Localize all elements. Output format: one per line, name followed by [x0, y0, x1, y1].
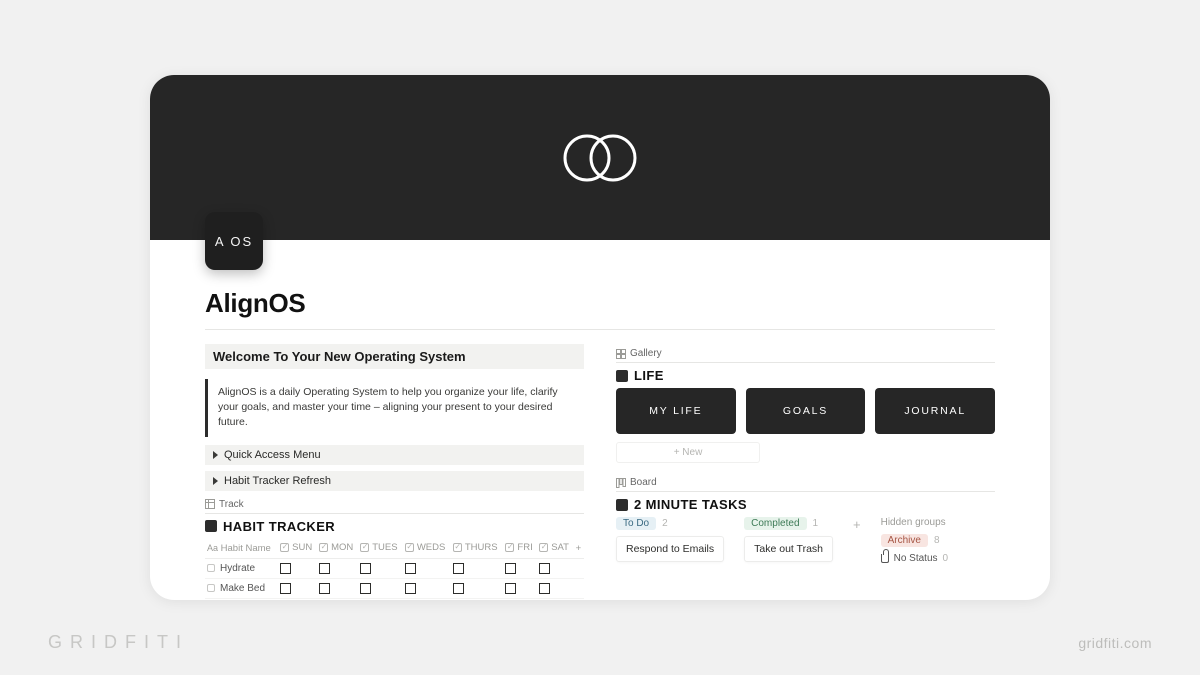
intro-callout: AlignOS is a daily Operating System to h…: [205, 379, 584, 437]
board-add-group[interactable]: +: [853, 517, 861, 564]
task-card[interactable]: Take out Trash: [744, 536, 833, 562]
toggle-quick-access[interactable]: Quick Access Menu: [205, 445, 584, 465]
hidden-groups-label: Hidden groups: [881, 517, 948, 528]
toggle-habit-refresh[interactable]: Habit Tracker Refresh: [205, 471, 584, 491]
view-tab-label: Track: [219, 499, 244, 510]
title-divider: [205, 329, 995, 330]
app-window: A OS AlignOS Welcome To Your New Operati…: [150, 75, 1050, 600]
checkbox[interactable]: [405, 563, 416, 574]
checkbox-icon: [319, 543, 328, 552]
nostatus-count: 0: [943, 553, 949, 564]
table-row[interactable]: Make Bed: [205, 578, 584, 598]
checkbox[interactable]: [453, 583, 464, 594]
board-icon: [616, 478, 626, 488]
status-tag-archive[interactable]: Archive: [881, 534, 928, 547]
text-property-icon: Aa: [207, 543, 218, 553]
database-icon: [616, 499, 628, 511]
table-row[interactable]: Meditate: [205, 598, 584, 600]
board-view: To Do 2 Respond to Emails Completed 1 Ta…: [616, 517, 995, 564]
checkbox[interactable]: [280, 583, 291, 594]
toggle-label: Habit Tracker Refresh: [224, 475, 331, 487]
checkbox[interactable]: [280, 563, 291, 574]
gallery-card-my-life[interactable]: MY LIFE: [616, 388, 736, 434]
archive-count: 8: [934, 535, 940, 546]
todo-count: 2: [662, 518, 668, 529]
checkbox[interactable]: [539, 583, 550, 594]
gallery-icon: [616, 349, 626, 359]
cover-logo-icon: [555, 130, 645, 186]
col-sat[interactable]: SAT: [537, 539, 573, 559]
view-tab-gallery[interactable]: Gallery: [616, 346, 995, 363]
board-hidden-groups: Hidden groups Archive 8 No Status 0: [881, 517, 948, 564]
right-column: Gallery LIFE MY LIFE GOALS JOURNAL + New…: [616, 344, 995, 600]
checkbox[interactable]: [405, 583, 416, 594]
gallery-card-goals[interactable]: GOALS: [746, 388, 866, 434]
view-tab-track[interactable]: Track: [205, 497, 584, 514]
new-gallery-item-button[interactable]: + New: [616, 442, 760, 463]
checkbox-icon: [539, 543, 548, 552]
life-db-title[interactable]: LIFE: [616, 368, 995, 383]
welcome-heading: Welcome To Your New Operating System: [205, 344, 584, 369]
left-column: Welcome To Your New Operating System Ali…: [205, 344, 584, 600]
col-sun[interactable]: SUN: [278, 539, 317, 559]
checkbox-icon: [360, 543, 369, 552]
checkbox-icon: [405, 543, 414, 552]
page-title: AlignOS: [205, 288, 995, 319]
checkbox[interactable]: [319, 583, 330, 594]
checkbox[interactable]: [453, 563, 464, 574]
checkbox[interactable]: [360, 563, 371, 574]
database-icon: [205, 520, 217, 532]
completed-count: 1: [813, 518, 819, 529]
caret-right-icon: [213, 477, 218, 485]
tasks-db-title[interactable]: 2 MINUTE TASKS: [616, 497, 995, 512]
col-tues[interactable]: TUES: [358, 539, 403, 559]
board-column-completed: Completed 1 Take out Trash: [744, 517, 833, 564]
checkbox-icon: [505, 543, 514, 552]
row-icon: [207, 564, 215, 572]
table-row[interactable]: Hydrate: [205, 558, 584, 578]
checkbox-icon: [453, 543, 462, 552]
no-status-group[interactable]: No Status 0: [881, 553, 948, 564]
watermark-url: gridfiti.com: [1078, 635, 1152, 651]
checkbox[interactable]: [505, 563, 516, 574]
gallery-card-journal[interactable]: JOURNAL: [875, 388, 995, 434]
watermark-brand: GRIDFITI: [48, 632, 189, 653]
table-icon: [205, 499, 215, 509]
toggle-label: Quick Access Menu: [224, 449, 321, 461]
lock-icon: [881, 554, 889, 563]
view-tab-label: Board: [630, 477, 657, 488]
col-thurs[interactable]: THURS: [451, 539, 504, 559]
status-tag-completed[interactable]: Completed: [744, 517, 806, 530]
database-icon: [616, 370, 628, 382]
view-tab-board[interactable]: Board: [616, 475, 995, 492]
checkbox[interactable]: [505, 583, 516, 594]
checkbox[interactable]: [360, 583, 371, 594]
checkbox[interactable]: [539, 563, 550, 574]
col-weds[interactable]: WEDS: [403, 539, 451, 559]
habit-tracker-title[interactable]: HABIT TRACKER: [205, 519, 584, 534]
plus-icon: +: [853, 517, 861, 532]
caret-right-icon: [213, 451, 218, 459]
row-icon: [207, 584, 215, 592]
board-column-todo: To Do 2 Respond to Emails: [616, 517, 724, 564]
checkbox[interactable]: [319, 563, 330, 574]
status-tag-todo[interactable]: To Do: [616, 517, 656, 530]
workspace-avatar[interactable]: A OS: [205, 212, 263, 270]
cover-image: [150, 75, 1050, 240]
task-card[interactable]: Respond to Emails: [616, 536, 724, 562]
col-habit-name[interactable]: Aa Habit Name: [205, 539, 278, 559]
col-mon[interactable]: MON: [317, 539, 358, 559]
view-tab-label: Gallery: [630, 348, 662, 359]
checkbox-icon: [280, 543, 289, 552]
page-body: AlignOS Welcome To Your New Operating Sy…: [150, 240, 1050, 600]
col-fri[interactable]: FRI: [503, 539, 537, 559]
add-column-button[interactable]: +: [574, 539, 584, 559]
habit-tracker-table: Aa Habit Name SUN MON TUES WEDS THURS FR…: [205, 539, 584, 600]
